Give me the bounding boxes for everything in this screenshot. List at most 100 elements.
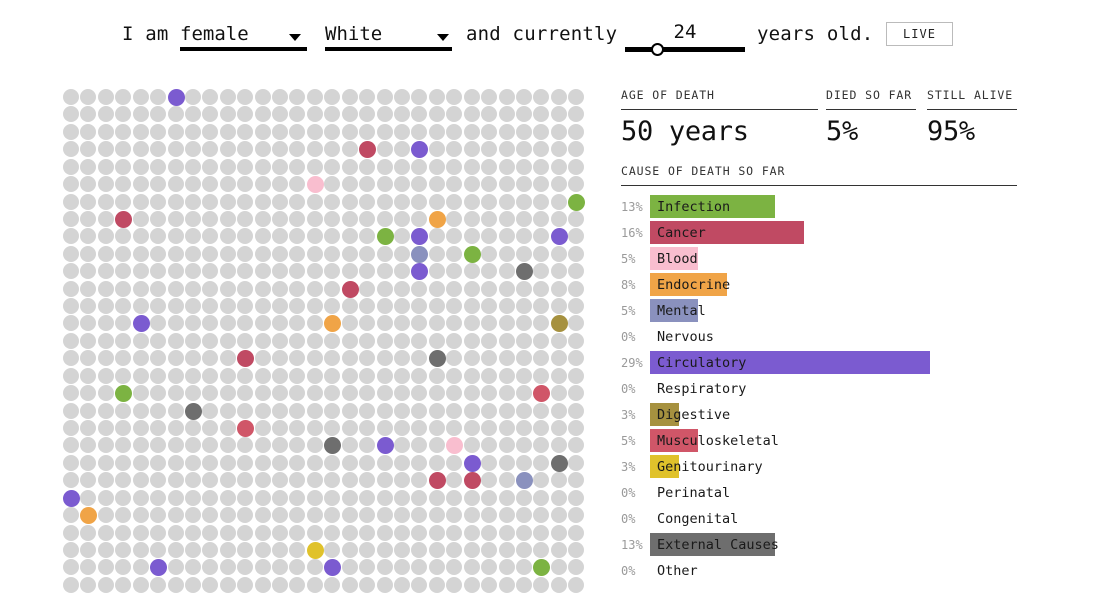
age-slider-thumb[interactable] [650,43,664,56]
grid-dot-highlight [428,210,446,228]
grid-dot [498,350,515,367]
grid-dot [150,158,167,175]
grid-dot [150,489,167,506]
grid-dot [254,437,271,454]
grid-dot [498,385,515,402]
grid-dot [533,280,550,297]
grid-dot-highlight [463,245,481,263]
grid-dot [115,263,132,280]
grid-dot [411,437,428,454]
grid-dot [376,454,393,471]
grid-dot [202,245,219,262]
grid-dot [393,385,410,402]
grid-dot [498,576,515,593]
grid-dot [376,472,393,489]
grid-dot-highlight [550,454,568,472]
cause-row: 0% Perinatal [621,481,1017,507]
grid-dot [359,576,376,593]
grid-dot [115,228,132,245]
grid-dot [411,280,428,297]
grid-dot-highlight [411,228,429,246]
grid-dot [132,402,149,419]
grid-dot [150,141,167,158]
grid-dot [568,367,585,384]
grid-dot [393,141,410,158]
grid-dot [359,489,376,506]
grid-dot [324,89,341,105]
sex-dropdown[interactable]: female [180,21,307,51]
grid-dot [167,210,184,227]
grid-dot [481,280,498,297]
cause-percent: 0% [621,330,636,344]
age-slider[interactable]: 24 [625,21,745,56]
grid-dot [376,193,393,210]
grid-dot [219,419,236,436]
grid-dot [219,176,236,193]
grid-dot [324,263,341,280]
grid-dot [219,576,236,593]
grid-dot [411,454,428,471]
grid-dot [341,524,358,541]
grid-dot [254,315,271,332]
grid-dot [202,280,219,297]
grid-dot [115,280,132,297]
grid-dot [202,489,219,506]
grid-dot [167,576,184,593]
grid-dot [446,158,463,175]
grid-dot [515,385,532,402]
grid-dot [498,193,515,210]
grid-dot [219,507,236,524]
grid-dot [150,123,167,140]
grid-dot [393,123,410,140]
grid-dot [132,489,149,506]
grid-dot [481,89,498,105]
grid-dot [254,228,271,245]
grid-dot [463,437,480,454]
grid-dot [150,385,167,402]
grid-dot [411,89,428,105]
grid-dot [97,176,114,193]
cause-of-death-section: CAUSE OF DEATH SO FAR 13% Infection 16% Can… [621,164,1017,585]
grid-dot [481,210,498,227]
grid-dot [202,524,219,541]
grid-dot [237,210,254,227]
grid-dot [376,576,393,593]
live-button[interactable]: LIVE [886,22,953,46]
grid-dot [115,332,132,349]
grid-dot [463,332,480,349]
race-dropdown[interactable]: White [325,21,452,51]
grid-dot [254,193,271,210]
grid-dot [237,472,254,489]
grid-dot [97,210,114,227]
race-dropdown-underline [325,47,452,51]
grid-dot [132,158,149,175]
grid-dot [481,454,498,471]
cause-label: Perinatal [657,485,731,501]
age-slider-track[interactable] [625,47,745,52]
grid-dot [481,489,498,506]
grid-dot [498,419,515,436]
grid-dot [237,559,254,576]
grid-dot [132,263,149,280]
grid-dot [272,507,289,524]
grid-dot [498,454,515,471]
grid-dot [550,123,567,140]
grid-dot [306,350,323,367]
sex-dropdown-value: female [180,23,249,45]
grid-dot [481,315,498,332]
grid-dot [393,419,410,436]
grid-dot-highlight [376,228,394,246]
grid-dot [289,176,306,193]
stat-age-of-death: AGE OF DEATH 50 years [621,88,818,147]
grid-dot [80,263,97,280]
grid-dot [202,507,219,524]
grid-dot [184,141,201,158]
grid-dot [289,210,306,227]
grid-dot [219,524,236,541]
grid-dot [97,123,114,140]
grid-dot [202,123,219,140]
grid-dot [150,437,167,454]
grid-dot [481,419,498,436]
stat-age-of-death-value: 50 years [621,116,749,147]
cause-of-death-title: CAUSE OF DEATH SO FAR [621,164,786,178]
